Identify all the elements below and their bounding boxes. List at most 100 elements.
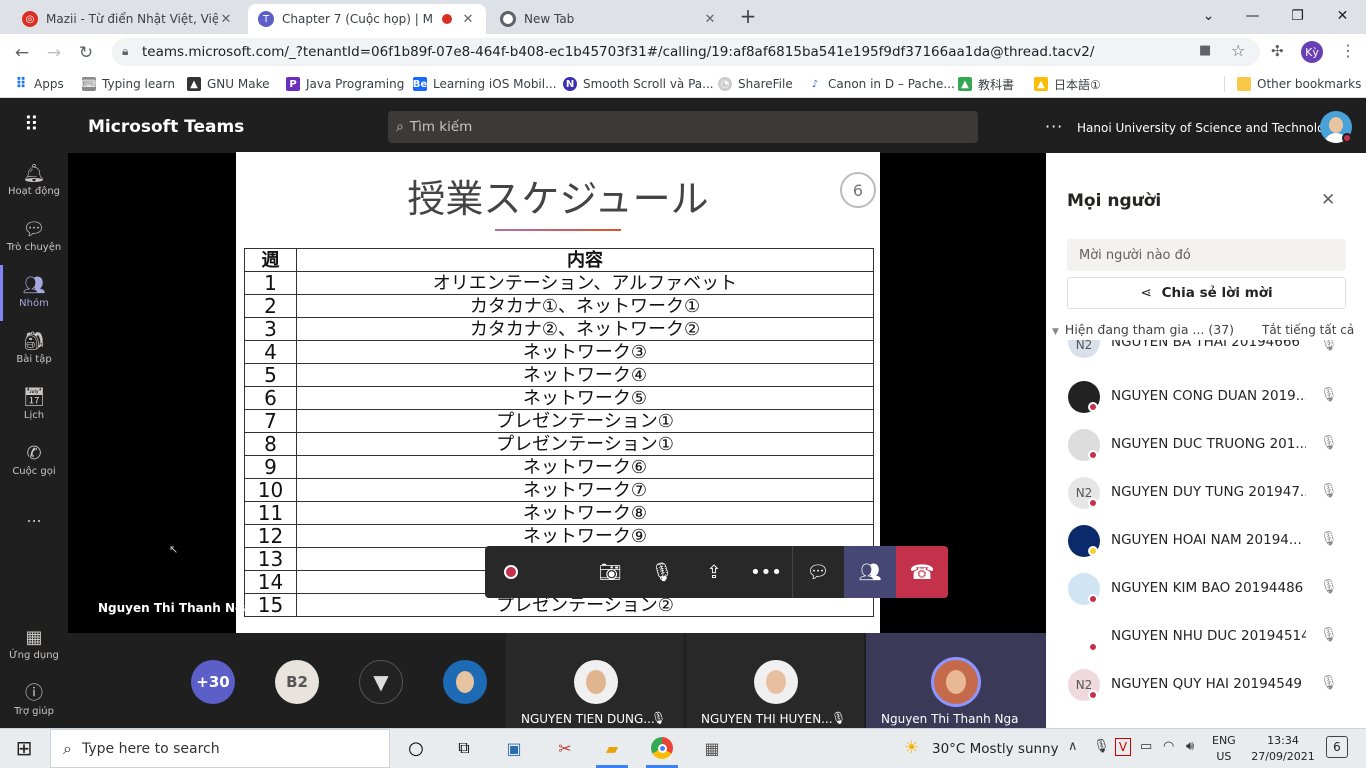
rail-help[interactable]: ⓘ Trợ giúp (0, 673, 68, 729)
leave-call-button[interactable]: ☎︎ (896, 546, 948, 598)
mute-all-link[interactable]: Tắt tiếng tất cả (1262, 323, 1354, 337)
reload-button[interactable]: ↻ (73, 40, 99, 66)
close-tab-icon[interactable]: ✕ (218, 12, 234, 27)
tab-new-tab[interactable]: New Tab ✕ (490, 4, 728, 34)
volume-icon[interactable]: 🔊︎ (1186, 739, 1194, 754)
more-participants-badge[interactable]: +30 (191, 660, 235, 704)
participant-row[interactable]: NGUYEN KIM BAO 20194486 🎙︎ (1046, 565, 1366, 613)
camera-toggle-button[interactable]: 📷︎ (584, 546, 636, 598)
muted-mic-icon: 🎙︎ (831, 711, 847, 725)
close-window-button[interactable]: ✕ (1320, 0, 1365, 32)
extensions-icon[interactable]: ✣ (1271, 42, 1284, 60)
participant-avatar[interactable]: ▼ (359, 660, 403, 704)
presenter-name: Nguyen Thi Thanh Nga (98, 601, 252, 615)
rail-calls[interactable]: ✆ Cuộc gọi (0, 433, 68, 489)
content-cell: カタカナ②、ネットワーク② (296, 317, 874, 341)
mic-toggle-button[interactable]: 🎙︎ (636, 546, 688, 598)
taskbar-search-input[interactable]: ⌕ Type here to search (50, 729, 390, 768)
bookmark-textbook[interactable]: ▲ 教科書 (958, 75, 1014, 93)
in-meeting-section-toggle[interactable]: ▼ Hiện đang tham gia ... (37) (1052, 322, 1234, 337)
calculator-icon[interactable]: ▦ (698, 734, 726, 762)
close-tab-icon[interactable]: ✕ (460, 12, 476, 27)
week-cell: 9 (244, 455, 297, 479)
rail-calendar[interactable]: 📅︎ Lịch (0, 377, 68, 433)
camera-icon[interactable]: ■ (1199, 43, 1211, 58)
bookmark-nihongo[interactable]: ▲ 日本語① (1034, 75, 1101, 93)
tile-name: Nguyen Thi Thanh Nga (881, 712, 1019, 726)
browser-menu-icon[interactable]: ⋮ (1340, 41, 1356, 60)
tab-search-icon[interactable]: ⌄ (1186, 0, 1231, 32)
bookmark-typing-learn[interactable]: ⌨ Typing learn (82, 75, 175, 93)
face-icon (766, 670, 786, 694)
more-options-icon[interactable]: ··· (1045, 117, 1063, 136)
participant-avatar-b2[interactable]: B2 (275, 660, 319, 704)
profile-avatar[interactable]: Kỳ (1301, 41, 1323, 63)
url-bar[interactable]: 🔒︎ teams.microsoft.com/_?tenantId=06f1b8… (112, 38, 1260, 66)
close-tab-icon[interactable]: ✕ (702, 12, 718, 27)
rail-more[interactable]: ... (0, 488, 68, 544)
partial-participant-row[interactable]: N2 NGUYEN BA THAI 20194666 🎙︎ (1046, 340, 1366, 358)
search-input[interactable]: ⌕ Tìm kiếm (388, 111, 978, 143)
weather-text[interactable]: 30°C Mostly sunny (932, 741, 1059, 757)
bookmark-java[interactable]: P Java Programing (286, 75, 404, 93)
bookmark-apps[interactable]: ⠿ Apps (14, 75, 64, 93)
slide-title: 授業スケジュール (407, 177, 709, 221)
participant-row[interactable]: NGUYEN HOAI NAM 20194... 🎙︎ (1046, 517, 1366, 565)
apps-icon: ▦ (25, 627, 43, 648)
minimize-button[interactable]: — (1230, 0, 1275, 32)
participant-row[interactable]: NGUYEN CONG DUAN 2019... 🎙︎ (1046, 373, 1366, 421)
unikey-icon[interactable]: V (1115, 738, 1131, 756)
task-view-icon[interactable]: ⧉ (450, 734, 478, 762)
participant-row[interactable]: NGUYEN NHU DUC 20194514 🎙︎ (1046, 613, 1366, 661)
clock[interactable]: 13:34 27/09/2021 (1250, 733, 1316, 765)
bookmark-canon[interactable]: ♪ Canon in D – Pache... (808, 75, 955, 93)
chrome-taskbar-icon[interactable] (648, 734, 676, 762)
wifi-icon[interactable]: ◠ (1163, 739, 1174, 754)
schedule-row: 7 プレゼンテーション① (244, 409, 874, 433)
file-explorer-icon[interactable]: ▰ (598, 734, 626, 762)
cortana-icon[interactable]: ○ (402, 734, 430, 762)
rail-chat[interactable]: 💬︎ Trò chuyện (0, 209, 68, 265)
windows-start-icon[interactable]: ⊞ (10, 734, 38, 762)
tab-mazii[interactable]: ◎ Mazii - Từ điển Nhật Việt, Việt Nhật ✕ (12, 4, 244, 34)
language-indicator[interactable]: ENG US (1212, 733, 1236, 765)
invite-input[interactable]: Mời người nào đó (1067, 239, 1346, 271)
rail-assignments[interactable]: 🎒︎ Bài tập (0, 321, 68, 377)
participant-row[interactable]: N2 NGUYEN DUY TUNG 201947... 🎙︎ (1046, 469, 1366, 517)
rail-activity[interactable]: 🔔︎ Hoạt động (0, 153, 68, 209)
app-launcher-icon[interactable]: ⠿ (24, 114, 39, 134)
bookmark-star-icon[interactable]: ☆ (1231, 41, 1245, 60)
participants-button[interactable]: 👥︎ (844, 546, 896, 598)
new-tab-button[interactable]: + (736, 5, 760, 29)
share-invite-button[interactable]: ⋖ Chia sẻ lời mời (1067, 277, 1346, 309)
tab-teams[interactable]: T Chapter 7 (Cuộc họp) | Microsoft Teams… (248, 4, 486, 34)
schedule-row: 4 ネットワーク③ (244, 340, 874, 364)
bookmark-ios[interactable]: Be Learning iOS Mobil... (413, 75, 557, 93)
recording-indicator[interactable] (485, 546, 537, 598)
forward-button[interactable]: → (41, 40, 67, 66)
rail-apps[interactable]: ▦ Ứng dụng (0, 617, 68, 673)
bookmark-smooth-scroll[interactable]: N Smooth Scroll và Pa... (563, 75, 714, 93)
share-screen-button[interactable]: ⇪ (688, 546, 740, 598)
tile-avatar (574, 660, 618, 704)
bookmark-sharefile[interactable]: ◔ ShareFile (718, 75, 793, 93)
participant-row[interactable]: NGUYEN DUC TRUONG 201... 🎙︎ (1046, 421, 1366, 469)
more-actions-button[interactable]: ••• (740, 546, 792, 598)
snip-app-icon[interactable]: ✂ (551, 734, 579, 762)
org-name[interactable]: Hanoi University of Science and Technolo… (1077, 121, 1339, 135)
close-panel-icon[interactable]: ✕ (1321, 190, 1335, 210)
back-button[interactable]: ← (9, 40, 35, 66)
tray-expand-icon[interactable]: ∧ (1068, 739, 1078, 754)
rail-teams[interactable]: 👥︎ Nhóm (0, 265, 68, 321)
content-cell: カタカナ①、ネットワーク① (296, 294, 874, 318)
chat-button[interactable]: 💬︎ (792, 546, 844, 598)
photos-app-icon[interactable]: ▣ (500, 734, 528, 762)
microphone-tray-icon[interactable]: 🎙︎ (1093, 739, 1110, 754)
maximize-button[interactable]: ❐ (1275, 0, 1320, 32)
participant-avatar[interactable] (443, 660, 487, 704)
notifications-icon[interactable]: 6 (1326, 736, 1348, 758)
participant-row[interactable]: N2 NGUYEN QUY HAI 20194549 🎙︎ (1046, 661, 1366, 709)
other-bookmarks[interactable]: Other bookmarks (1237, 75, 1361, 93)
network-icon[interactable]: ▭ (1140, 739, 1152, 754)
bookmark-gnu-make[interactable]: ▲ GNU Make (187, 75, 269, 93)
